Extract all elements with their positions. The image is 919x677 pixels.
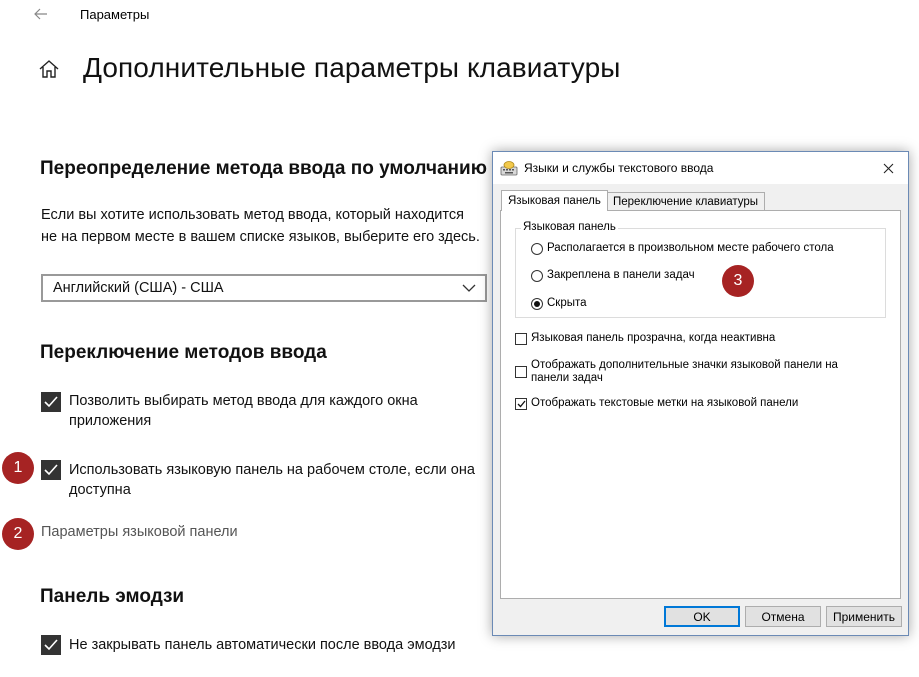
dropdown-selected-value: Английский (США) - США [53,280,224,296]
checkbox-per-app-input[interactable] [41,392,61,412]
checkbox-label-per-app-input: Позволить выбирать метод ввода для каждо… [69,393,418,429]
callout-badge-2: 2 [2,518,34,550]
override-description: Если вы хотите использовать метод ввода,… [41,207,480,245]
cancel-button[interactable]: Отмена [745,606,821,627]
checkmark-icon [44,396,58,408]
checkbox-text-labels[interactable] [515,398,527,410]
checkmark-icon [44,639,58,651]
tab-keyboard-switching[interactable]: Переключение клавиатуры [606,192,766,211]
radio-docked-taskbar[interactable] [531,270,543,282]
window-title: Параметры [80,7,150,22]
checkbox-extra-icons[interactable] [515,366,527,378]
radio-label-docked-taskbar: Закреплена в панели задач [547,269,695,281]
close-icon [883,163,893,173]
checkbox-label-keep-emoji-panel: Не закрывать панель автоматически после … [69,637,456,653]
checkmark-icon [44,464,58,476]
callout-badge-3: 3 [722,265,754,297]
checkbox-keep-emoji-panel[interactable] [41,635,61,655]
home-icon[interactable] [38,58,64,84]
apply-button[interactable]: Применить [826,606,902,627]
tab-panel: Языковая панель Располагается в произвол… [500,210,901,599]
back-arrow-icon [34,8,47,20]
keyboard-icon [500,161,518,176]
radio-floating[interactable] [531,243,543,255]
radio-hidden[interactable] [531,298,543,310]
radio-selected-dot [534,301,540,307]
checkbox-use-language-bar[interactable] [41,460,61,480]
callout-badge-1: 1 [2,452,34,484]
back-button[interactable] [28,2,54,26]
checkbox-label-extra-icons: Отображать дополнительные значки языково… [531,359,838,384]
dialog-titlebar: Языки и службы текстового ввода [493,152,908,184]
section-title-switching: Переключение методов ввода [40,342,327,363]
chevron-down-icon [462,284,476,292]
checkbox-label-text-labels: Отображать текстовые метки на языковой п… [531,397,799,409]
input-method-dropdown[interactable]: Английский (США) - США [41,274,487,302]
group-label: Языковая панель [521,221,618,233]
section-title-override: Переопределение метода ввода по умолчани… [40,158,487,179]
radio-label-hidden: Скрыта [547,297,587,309]
radio-label-floating: Располагается в произвольном месте рабоч… [547,242,834,254]
tab-language-bar[interactable]: Языковая панель [501,190,608,211]
section-title-emoji: Панель эмодзи [40,586,185,607]
text-services-dialog: Языки и службы текстового ввода Языковая… [492,151,909,636]
checkmark-icon [517,400,526,408]
page-title: Дополнительные параметры клавиатуры [83,52,621,83]
checkbox-label-use-language-bar: Использовать языковую панель на рабочем … [69,462,475,498]
checkbox-label-transparent: Языковая панель прозрачна, когда неактив… [531,332,776,344]
checkbox-transparent[interactable] [515,333,527,345]
dialog-close-button[interactable] [879,159,897,177]
dialog-title: Языки и службы текстового ввода [524,161,714,175]
ok-button[interactable]: OK [664,606,740,627]
language-bar-options-link[interactable]: Параметры языковой панели [41,524,238,540]
